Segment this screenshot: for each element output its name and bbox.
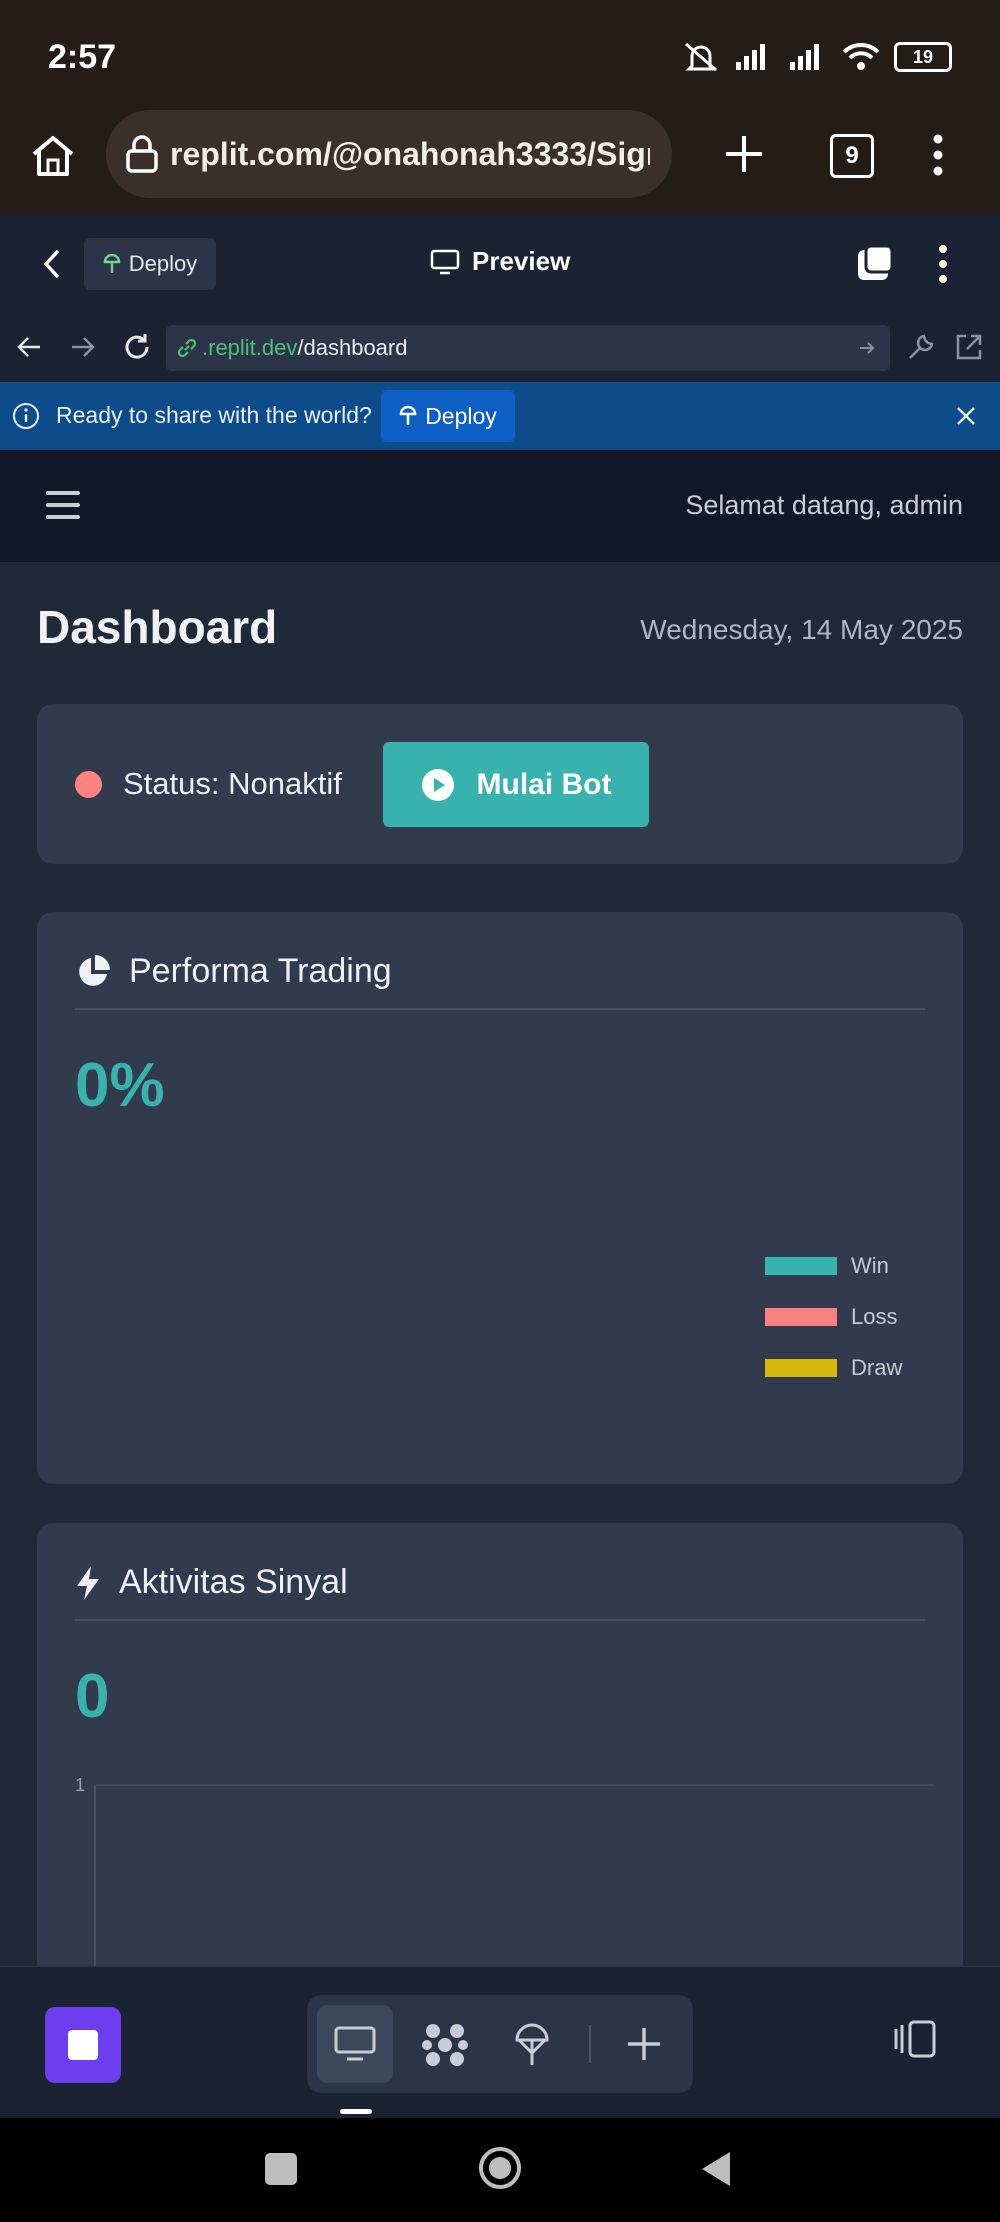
y-tick-label: 1 [75,1775,85,1795]
page-title: Dashboard [37,601,278,653]
legend-item[interactable]: Loss [765,1304,897,1330]
signal-activity-card: Aktivitas Sinyal 0 1 [37,1523,963,2023]
back-arrow-icon[interactable] [16,334,42,360]
divider [75,1008,925,1010]
open-external-icon[interactable] [954,332,984,362]
welcome-text: Selamat datang, admin [685,490,963,520]
banner-deploy-button[interactable]: Deploy [381,390,515,442]
divider [75,1619,925,1621]
home-icon[interactable] [30,134,76,178]
url-text: replit.com/@onahonah3333/Signa [170,135,650,172]
battery-icon: 19 [894,42,952,72]
performance-title: Performa Trading [129,952,392,990]
battery-level: 19 [912,47,934,67]
tab-count-button[interactable]: 9 [830,134,874,178]
preview-address-bar: .replit.dev/dashboard [0,312,1000,382]
home-nav-icon[interactable] [478,2146,522,2190]
deploy-tool-icon[interactable] [513,2021,551,2069]
lightning-icon [77,1565,99,1600]
preview-url-field[interactable]: .replit.dev/dashboard [166,325,890,371]
wifi-icon [842,42,880,70]
deploy-button[interactable]: Deploy [84,238,216,290]
win-rate-value: 0% [75,1051,165,1120]
toolbar-divider [589,2025,591,2063]
performance-card: Performa Trading 0% Win Loss Draw [37,912,963,1484]
start-bot-button[interactable]: Mulai Bot [383,742,649,827]
bot-status-card: Status: Nonaktif Mulai Bot [37,704,963,864]
hamburger-menu-icon[interactable] [46,490,80,520]
close-icon[interactable] [956,406,976,426]
app-navbar: Selamat datang, admin [0,450,1000,562]
deploy-label: Deploy [128,251,198,276]
link-icon [177,338,197,358]
current-date: Wednesday, 14 May 2025 [640,614,963,645]
stop-button[interactable] [45,2007,121,2083]
legend-swatch [765,1257,837,1275]
browser-toolbar: replit.com/@onahonah3333/Signa 9 [0,110,1000,216]
signal-icon [736,44,765,70]
signal-title: Aktivitas Sinyal [119,1563,348,1601]
mute-icon [685,42,717,72]
new-tab-icon[interactable] [724,134,764,174]
deploy-banner: Ready to share with the world? Deploy [0,382,1000,450]
status-icons: 19 [682,40,952,74]
signal-card-header: Aktivitas Sinyal [75,1563,348,1602]
stop-icon [68,2030,98,2060]
replit-menu-icon[interactable] [936,244,950,284]
info-icon [13,403,39,429]
deploy-icon [399,405,417,425]
tool-switcher [307,1995,693,2093]
banner-deploy-label: Deploy [425,402,497,429]
monitor-icon [430,249,460,274]
signal-icon-2 [790,44,819,70]
lock-icon [126,135,158,173]
legend-item[interactable]: Win [765,1253,889,1279]
android-nav-bar [0,2118,1000,2222]
layout-switch-icon[interactable] [894,2019,938,2059]
legend-label: Draw [851,1355,903,1380]
recents-icon[interactable] [265,2153,297,2185]
agent-tool-icon[interactable] [421,2021,469,2069]
forward-arrow-icon[interactable] [70,334,96,360]
replit-header: Deploy Preview [0,216,1000,313]
bot-status-text: Status: Nonaktif [123,766,342,801]
preview-label: Preview [472,246,571,276]
deploy-icon [103,253,121,273]
signal-count-value: 0 [75,1662,110,1731]
back-chevron-icon[interactable] [42,248,62,280]
devtools-wrench-icon[interactable] [906,332,936,362]
reload-icon[interactable] [122,332,152,362]
monitor-icon [334,2026,376,2061]
phone-status-bar: 2:57 19 [0,0,1000,110]
active-tab-indicator [340,2109,372,2114]
back-nav-icon[interactable] [700,2150,732,2188]
legend-swatch [765,1308,837,1326]
overflow-menu-icon[interactable] [930,134,946,176]
signal-chart: 1 [75,1775,933,1973]
tabs-switch-icon[interactable] [856,244,896,284]
preview-title: Preview [430,246,570,277]
pie-chart-icon [79,954,110,986]
performance-card-header: Performa Trading [75,952,392,991]
play-icon [421,768,454,801]
legend-label: Win [851,1253,889,1278]
preview-url-domain: .replit.dev [202,335,298,360]
url-bar[interactable]: replit.com/@onahonah3333/Signa [106,110,672,198]
start-bot-label: Mulai Bot [476,767,612,801]
legend-label: Loss [851,1304,898,1329]
go-arrow-icon[interactable] [858,339,876,357]
preview-tool-button[interactable] [317,2005,393,2083]
replit-bottom-toolbar [0,1966,1000,2119]
status-indicator-dot [75,771,102,798]
add-tool-icon[interactable] [625,2025,663,2063]
preview-url-path: /dashboard [297,335,408,360]
clock: 2:57 [48,38,117,76]
legend-item[interactable]: Draw [765,1355,902,1381]
banner-text: Ready to share with the world? [56,402,372,428]
legend-swatch [765,1359,837,1377]
